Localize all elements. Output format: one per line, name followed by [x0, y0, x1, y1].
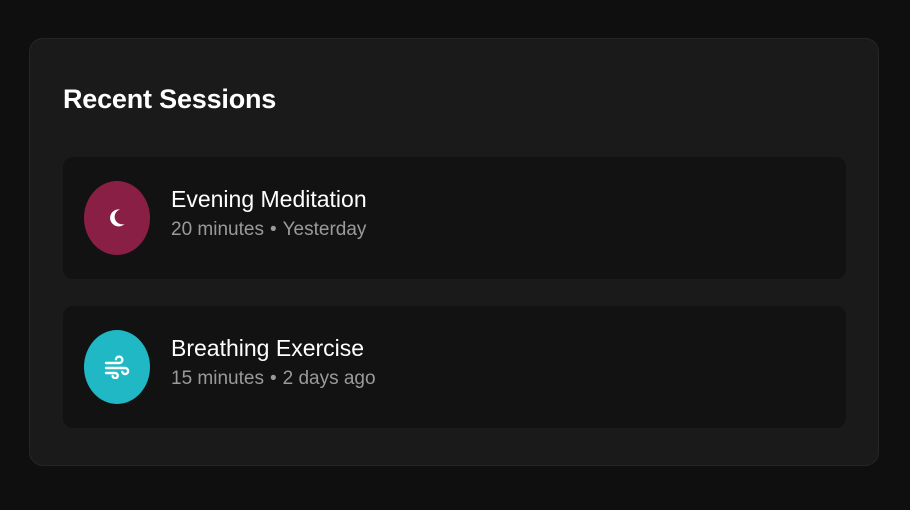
- session-duration: 15 minutes: [171, 368, 264, 389]
- session-text: Breathing Exercise 15 minutes • 2 days ago: [171, 333, 376, 391]
- session-when: Yesterday: [282, 219, 367, 240]
- recent-sessions-panel: Recent Sessions Evening Meditation 20 mi…: [29, 38, 879, 466]
- moon-icon: [110, 209, 125, 227]
- session-item-evening-meditation[interactable]: Evening Meditation 20 minutes • Yesterday: [63, 157, 846, 279]
- meta-separator: •: [269, 368, 277, 389]
- session-meta: 20 minutes • Yesterday: [171, 218, 367, 242]
- wind-icon: [104, 355, 130, 379]
- session-item-breathing-exercise[interactable]: Breathing Exercise 15 minutes • 2 days ago: [63, 306, 846, 428]
- meta-separator: •: [269, 219, 277, 240]
- session-list: Evening Meditation 20 minutes • Yesterday …: [63, 157, 846, 455]
- session-icon-badge: [84, 330, 150, 404]
- session-text: Evening Meditation 20 minutes • Yesterday: [171, 184, 367, 242]
- session-meta: 15 minutes • 2 days ago: [171, 367, 376, 391]
- session-title: Breathing Exercise: [171, 335, 365, 361]
- session-duration: 20 minutes: [171, 219, 264, 240]
- session-title: Evening Meditation: [171, 186, 367, 212]
- session-when: 2 days ago: [282, 368, 376, 389]
- session-icon-badge: [84, 181, 150, 255]
- recent-sessions-title: Recent Sessions: [63, 84, 277, 114]
